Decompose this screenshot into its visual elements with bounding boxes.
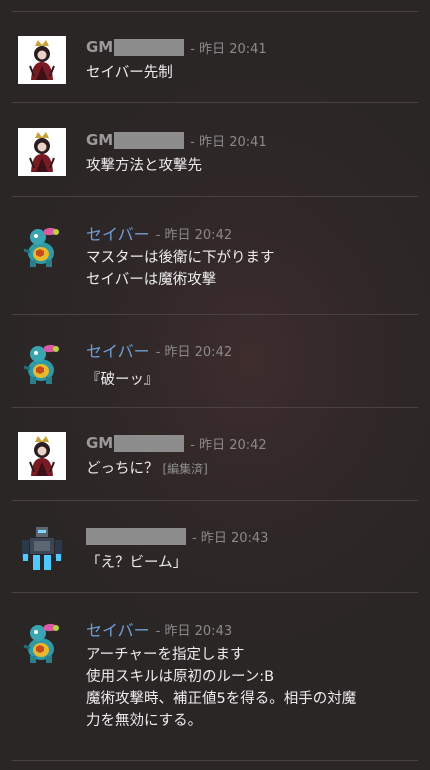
- message-line: 「え？ビーム」: [86, 555, 188, 571]
- message-body: 『破ーッ』: [86, 369, 418, 391]
- timestamp: - 昨日 20:43: [192, 530, 269, 546]
- timestamp: - 昨日 20:42: [190, 437, 267, 453]
- saber-avatar-icon[interactable]: [18, 618, 66, 666]
- message-divider: [12, 11, 418, 12]
- timestamp: - 昨日 20:43: [155, 623, 233, 639]
- message-line: 『破ーッ』: [86, 372, 159, 388]
- message-divider: [12, 102, 418, 103]
- gm-avatar-icon[interactable]: [18, 432, 66, 480]
- message-line: セイバーは魔術攻撃: [86, 272, 217, 288]
- message-divider: [12, 760, 418, 761]
- message-divider: [12, 500, 418, 501]
- message-body: セイバー先制: [86, 62, 418, 84]
- message-body: アーチャーを指定します 使用スキルは原初のルーン:B 魔術攻撃時、補正値5を得る…: [86, 644, 418, 732]
- saber-avatar-icon[interactable]: [18, 222, 66, 270]
- author-name[interactable]: GM: [86, 131, 113, 149]
- message-line: 攻撃方法と攻撃先: [86, 158, 202, 174]
- edited-label: [編集済]: [162, 462, 208, 476]
- author-name[interactable]: GM: [86, 434, 113, 452]
- redacted-name-block[interactable]: [86, 527, 186, 545]
- message-line: 使用スキルは原初のルーン:B: [86, 669, 275, 685]
- message-divider: [12, 407, 418, 408]
- message-body: 攻撃方法と攻撃先: [86, 155, 418, 177]
- message-body: マスターは後衛に下がります セイバーは魔術攻撃: [86, 247, 418, 291]
- message-divider: [12, 592, 418, 593]
- redacted-name-block: [114, 434, 185, 452]
- message-line: セイバー先制: [86, 65, 173, 81]
- timestamp: - 昨日 20:42: [155, 227, 233, 243]
- message-line: アーチャーを指定します: [86, 647, 245, 663]
- gm-avatar-icon[interactable]: [18, 128, 66, 176]
- robot-avatar-icon[interactable]: [18, 524, 66, 572]
- redacted-name-block: [114, 38, 185, 56]
- timestamp: - 昨日 20:41: [190, 41, 267, 57]
- author-name[interactable]: セイバー: [86, 221, 150, 245]
- message-body: 「え？ビーム」: [86, 552, 418, 574]
- message-line: 力を無効にする。: [86, 713, 203, 729]
- saber-avatar-icon[interactable]: [18, 339, 66, 387]
- message-line: マスターは後衛に下がります: [86, 250, 275, 266]
- message-line: 魔術攻撃時、補正値5を得る。相手の対魔: [86, 691, 357, 707]
- author-name[interactable]: セイバー: [86, 617, 150, 641]
- message-divider: [12, 314, 418, 315]
- message-body: どっちに？ [編集済]: [86, 458, 418, 480]
- author-name[interactable]: セイバー: [86, 338, 150, 362]
- message-divider: [12, 196, 418, 197]
- timestamp: - 昨日 20:41: [190, 134, 267, 150]
- gm-avatar-icon[interactable]: [18, 36, 66, 84]
- message-line: どっちに？: [86, 461, 159, 477]
- timestamp: - 昨日 20:42: [155, 344, 233, 360]
- author-name[interactable]: GM: [86, 38, 113, 56]
- redacted-name-block: [114, 131, 185, 149]
